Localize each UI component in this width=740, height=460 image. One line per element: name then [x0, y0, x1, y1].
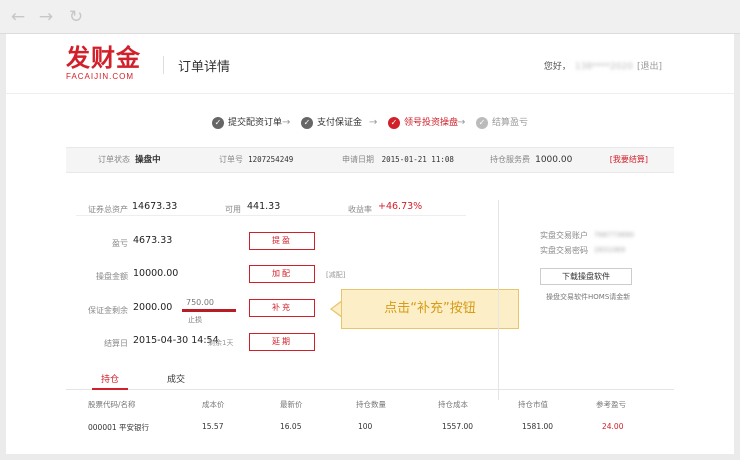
step-arrow-icon: →	[457, 117, 466, 128]
order-date-label: 申请日期	[342, 155, 374, 164]
step-label: 提交配资订单	[228, 118, 283, 128]
page-header: 发财金 FACAIJIN.COM 订单详情 您好， 138****2020 [退出]	[6, 34, 734, 94]
table-cell: 100	[358, 422, 373, 431]
profit-value: 4673.33	[133, 235, 173, 246]
order-number-value: 1207254249	[248, 155, 294, 164]
user-area: 您好， 138****2020 [退出]	[544, 59, 662, 72]
settle-date-value: 2015-04-30 14:54	[133, 335, 219, 346]
step-arrow-icon: →	[282, 117, 291, 128]
table-cell: 1581.00	[522, 422, 554, 431]
step-settle: ✓ 结算盈亏	[476, 114, 528, 132]
trading-password-value: 2831069	[594, 246, 626, 254]
yield-value: +46.73%	[378, 201, 423, 212]
yield-label: 收益率	[348, 205, 372, 214]
download-note: 操盘交易软件HOMS请金新	[546, 293, 631, 301]
table-header: 持仓成本	[438, 400, 468, 409]
deposit-remaining-label: 保证金剩余	[88, 306, 128, 315]
order-number-label: 订单号	[219, 155, 243, 164]
step-label: 结算盈亏	[492, 118, 529, 128]
stop-loss-bar	[182, 309, 236, 312]
stop-loss-value: 750.00	[186, 298, 214, 307]
supplement-button[interactable]: 补充	[249, 299, 315, 317]
order-status-label: 订单状态	[98, 155, 130, 164]
summary-divider	[76, 215, 466, 216]
table-header: 参考盈亏	[596, 400, 626, 409]
table-cell: 16.05	[280, 422, 302, 431]
deposit-remaining-value: 2000.00	[133, 302, 173, 313]
order-fee-label: 持仓服务费	[490, 155, 530, 164]
settle-date-label: 结算日	[104, 339, 128, 348]
available-value: 441.33	[247, 201, 281, 212]
check-icon: ✓	[476, 116, 488, 129]
greeting: 您好，	[543, 62, 571, 72]
order-detail-page: 发财金 FACAIJIN.COM 订单详情 您好， 138****2020 [退出]…	[6, 34, 734, 454]
days-left: 剩余1天	[208, 339, 234, 347]
order-status-value: 操盘中	[135, 155, 161, 165]
table-cell: 24.00	[602, 422, 624, 431]
trading-password-label: 实盘交易密码	[540, 246, 588, 255]
withdraw-profit-button[interactable]: 提盈	[249, 232, 315, 250]
logout-link[interactable]: [退出]	[637, 62, 662, 72]
step-arrow-icon: →	[369, 117, 378, 128]
total-assets-label: 证券总资产	[88, 205, 128, 214]
back-arrow-icon[interactable]: ←	[8, 7, 28, 27]
tab-positions[interactable]: 持仓	[92, 372, 128, 390]
tab-trades[interactable]: 成交	[158, 372, 194, 390]
user-phone: 138****2020	[574, 62, 633, 72]
step-trading: ✓ 领号投资操盘	[388, 114, 458, 132]
site-logo[interactable]: 发财金 FACAIJIN.COM	[66, 44, 141, 82]
panel-divider	[498, 200, 499, 400]
page-title: 订单详情	[178, 60, 231, 75]
step-submit-order: ✓ 提交配资订单	[212, 114, 282, 132]
settle-link[interactable]: [我要结算]	[610, 148, 648, 172]
check-icon: ✓	[301, 116, 313, 129]
progress-steps: ✓ 提交配资订单 → ✓ 支付保证金 → ✓ 领号投资操盘 → ✓ 结算盈亏	[6, 114, 734, 134]
profit-label: 盈亏	[112, 239, 128, 248]
check-icon: ✓	[212, 116, 224, 129]
logo-subtext: FACAIJIN.COM	[66, 72, 135, 81]
table-cell: 000001 平安银行	[88, 423, 150, 432]
extend-button[interactable]: 延期	[249, 333, 315, 351]
step-label: 领号投资操盘	[404, 118, 459, 128]
order-number: 订单号 1207254249	[219, 148, 293, 172]
header-divider	[163, 56, 164, 74]
order-fee-value: 1000.00	[535, 155, 573, 165]
trading-amount-value: 10000.00	[133, 268, 179, 279]
trading-account-value: 768773690	[594, 231, 635, 239]
trading-amount-label: 操盘金额	[96, 272, 128, 281]
step-pay-deposit: ✓ 支付保证金	[301, 114, 362, 132]
table-header: 成本价	[202, 400, 225, 409]
logo-text: 发财金	[66, 44, 141, 72]
table-header: 最新价	[280, 400, 303, 409]
browser-toolbar: ← → ↻	[0, 0, 740, 34]
order-info-bar: 订单状态 操盘中 订单号 1207254249 申请日期 2015-01-21 …	[66, 147, 674, 173]
stop-loss-label: 止损	[188, 316, 202, 324]
trading-account-label: 实盘交易账户	[540, 231, 588, 240]
available-label: 可用	[225, 205, 241, 214]
table-header: 持仓数量	[356, 400, 386, 409]
forward-arrow-icon[interactable]: →	[36, 7, 56, 27]
holdings-tabs: 持仓 成交	[66, 372, 674, 390]
table-header: 持仓市值	[518, 400, 548, 409]
reload-icon[interactable]: ↻	[66, 7, 86, 27]
download-software-button[interactable]: 下载操盘软件	[540, 268, 632, 285]
reduce-allocation-link[interactable]: [减配]	[326, 270, 345, 280]
order-date: 申请日期 2015-01-21 11:08	[342, 148, 454, 172]
add-allocation-button[interactable]: 加配	[249, 265, 315, 283]
check-icon: ✓	[388, 116, 400, 129]
order-status: 订单状态 操盘中	[98, 148, 161, 172]
table-header: 股票代码/名称	[88, 400, 136, 409]
hint-callout: 点击“补充”按钮	[341, 289, 519, 329]
order-date-value: 2015-01-21 11:08	[381, 155, 454, 164]
table-cell: 1557.00	[442, 422, 474, 431]
table-cell: 15.57	[202, 422, 224, 431]
order-fee: 持仓服务费 1000.00	[490, 148, 572, 172]
step-label: 支付保证金	[317, 118, 363, 128]
